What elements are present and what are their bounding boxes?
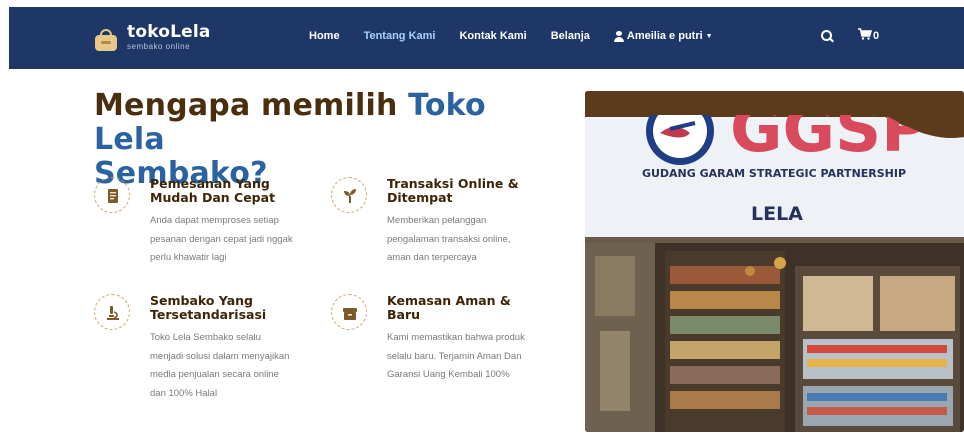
feature-item: Sembako Yang Tersetandarisasi Toko Lela S… xyxy=(94,294,314,409)
feature-title: Pemesanan Yang Mudah Dan Cepat xyxy=(150,176,276,205)
microscope-icon xyxy=(107,306,119,320)
nav-menu: Home Tentang Kami Kontak Kami Belanja Am… xyxy=(309,30,713,42)
store-photo: GGSP GUDANG GARAM STRATEGIC PARTNERSHIP … xyxy=(585,91,964,432)
brand-name: tokoLela xyxy=(127,22,211,42)
cart-count: 0 xyxy=(873,29,880,42)
feature-description: Kami memastikan bahwa produk selalu baru.… xyxy=(387,332,525,380)
receipt-icon xyxy=(108,189,118,203)
brand-tagline: sembako online xyxy=(127,42,191,51)
caret-down-icon: ▼ xyxy=(705,32,713,40)
feature-title: Sembako Yang Tersetandarisasi xyxy=(150,293,267,322)
feature-description: Memberikan pelanggan pengalaman transaksi… xyxy=(387,215,511,263)
sprout-icon xyxy=(344,189,356,203)
feature-title: Kemasan Aman & Baru xyxy=(387,293,511,322)
feature-item: Transaksi Online & Ditempat Memberikan pe… xyxy=(331,177,551,277)
user-icon xyxy=(613,30,624,42)
feature-description: Anda dapat memproses setiap pesanan denga… xyxy=(150,215,293,263)
nav-link-tentang-kami[interactable]: Tentang Kami xyxy=(364,30,436,42)
feature-title: Transaksi Online & Ditempat xyxy=(387,176,519,205)
nav-link-belanja[interactable]: Belanja xyxy=(551,30,590,42)
banner-text: GUDANG GARAM STRATEGIC PARTNERSHIP xyxy=(642,167,906,180)
cart-icon xyxy=(858,28,873,43)
feature-item: Pemesanan Yang Mudah Dan Cepat Anda dapat… xyxy=(94,177,314,277)
brand-logo[interactable]: tokoLela sembako online xyxy=(95,23,211,51)
search-icon[interactable] xyxy=(821,29,833,42)
feature-description: Toko Lela Sembako selalu menjadi solusi d… xyxy=(150,332,290,399)
cart-button[interactable]: 0 xyxy=(858,28,879,43)
user-name: Ameilia e putri xyxy=(626,30,703,42)
store-name-text: LELA xyxy=(751,203,803,225)
feature-item: Kemasan Aman & Baru Kami memastikan bahwa… xyxy=(331,294,551,394)
nav-link-home[interactable]: Home xyxy=(309,30,340,42)
package-icon xyxy=(343,308,357,320)
navbar: tokoLela sembako online Home Tentang Kam… xyxy=(9,7,964,69)
user-dropdown[interactable]: Ameilia e putri ▼ xyxy=(613,30,713,42)
nav-link-kontak-kami[interactable]: Kontak Kami xyxy=(459,30,526,42)
shopping-bag-icon xyxy=(95,29,117,51)
